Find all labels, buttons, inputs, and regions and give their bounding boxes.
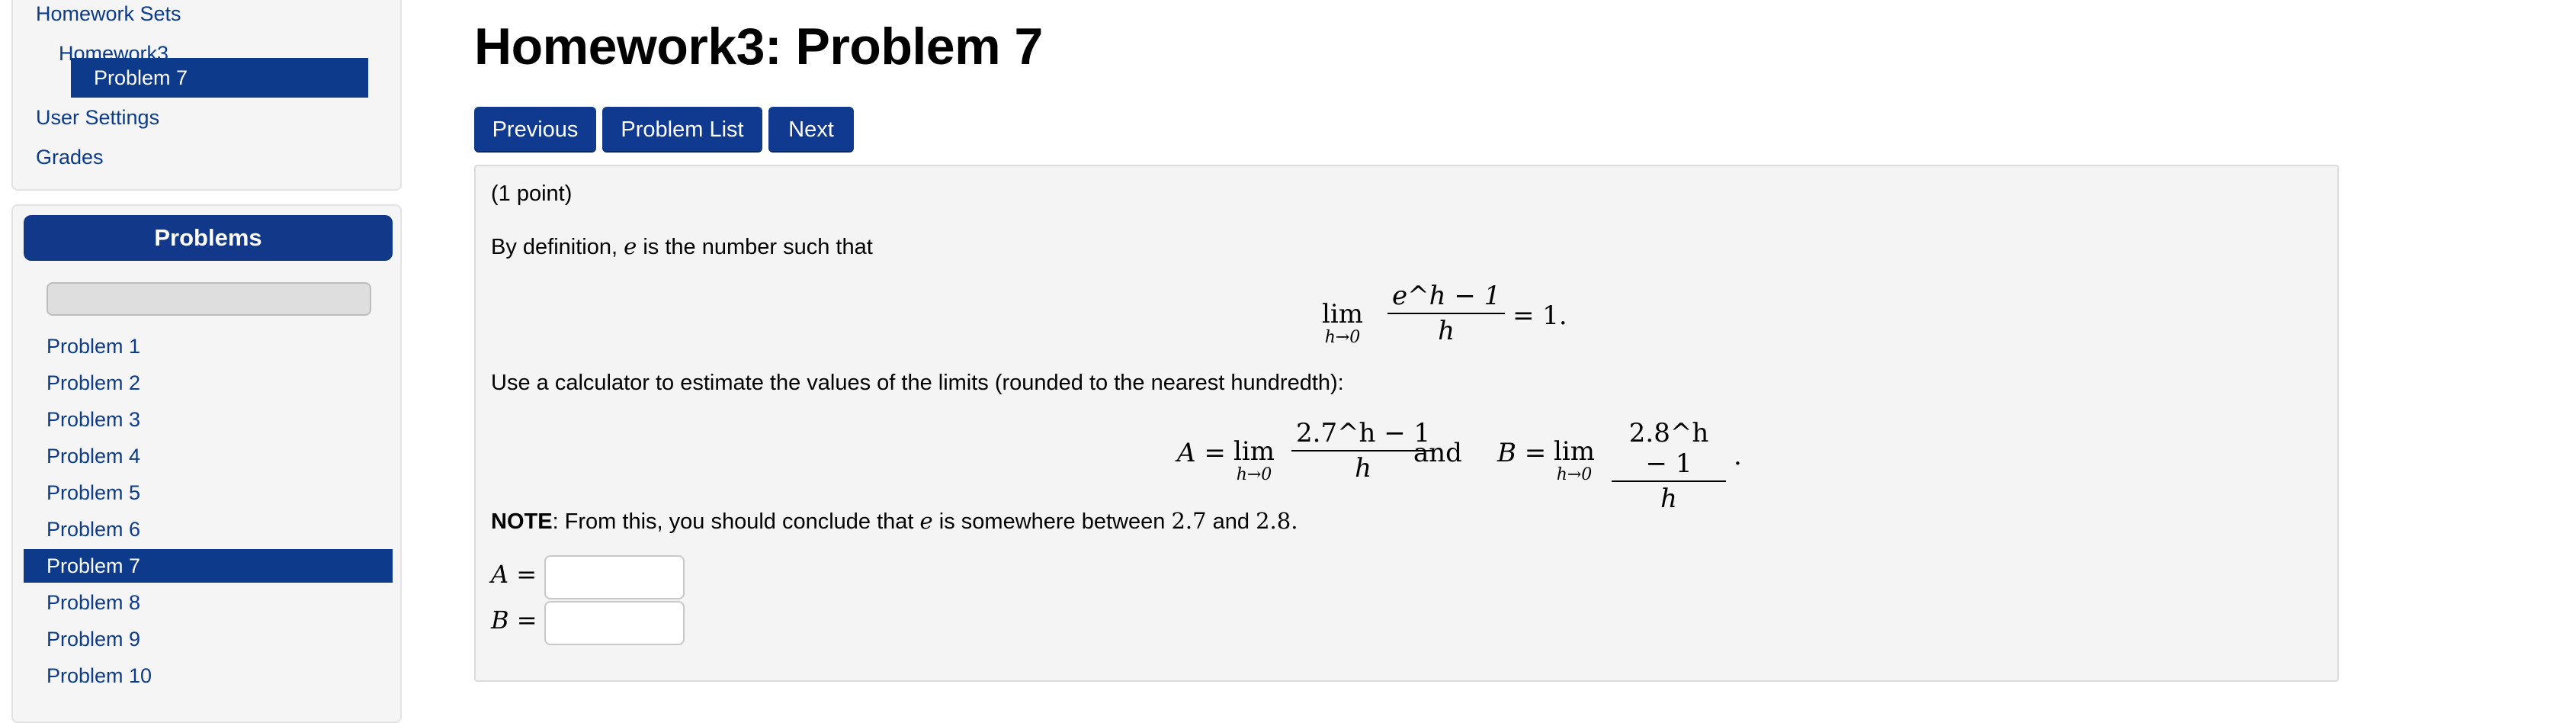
answer-a-input[interactable]	[544, 555, 685, 599]
note-and: and	[1212, 509, 1250, 534]
problem-list-item[interactable]: Problem 7	[24, 549, 393, 583]
note-label: NOTE	[491, 509, 553, 534]
problems-panel-header: Problems	[24, 215, 393, 261]
lim-operator: lim h→0	[1322, 299, 1363, 347]
limit-fraction: e^h − 1 h	[1387, 281, 1506, 346]
page-title: Homework3: Problem 7	[474, 18, 1043, 76]
problem-list-item[interactable]: Problem 4	[24, 439, 393, 473]
period: .	[1734, 441, 1742, 471]
problem-list-item[interactable]: Problem 10	[24, 659, 393, 692]
problems-panel: Problems Problem 1 Problem 2 Problem 3 Prob…	[11, 204, 402, 723]
nav-link-grades[interactable]: Grades	[36, 137, 104, 177]
next-button[interactable]: Next	[768, 107, 854, 153]
b-label: B =	[1497, 438, 1547, 468]
ab-limits-equation: A = lim h→0 2.7^h − 1 h and B = lim h→0 …	[1177, 418, 1742, 514]
intro-text-after: is the number such that	[643, 235, 873, 259]
answer-a-label: A =	[491, 560, 537, 589]
problem-list-item[interactable]: Problem 1	[24, 329, 393, 363]
intro-text-before: By definition,	[491, 235, 618, 259]
problem-points: (1 point)	[491, 182, 573, 206]
answer-b-input[interactable]	[544, 601, 685, 645]
note-e-symbol: e	[919, 508, 933, 534]
and-word: and	[1413, 438, 1462, 468]
nav-link-user-settings[interactable]: User Settings	[36, 98, 159, 137]
nav-link-current-problem[interactable]: Problem 7	[71, 58, 368, 98]
problem-list-item[interactable]: Problem 2	[24, 366, 393, 400]
problem-note: NOTE: From this, you should conclude tha…	[491, 508, 1298, 535]
limit-equation: lim h→0 e^h − 1 h = 1.	[1322, 279, 1596, 363]
answer-b-label: B =	[491, 606, 537, 635]
problem-body: (1 point) By definition, e is the number…	[474, 165, 2339, 682]
problem-list-item[interactable]: Problem 3	[24, 403, 393, 436]
problem-list-item[interactable]: Problem 6	[24, 513, 393, 546]
progress-bar	[47, 282, 371, 316]
note-text: : From this, you should conclude that	[552, 509, 914, 534]
problem-list-button[interactable]: Problem List	[602, 107, 762, 153]
b-fraction: 2.8^h − 1 h	[1612, 418, 1726, 514]
problem-list-item[interactable]: Problem 5	[24, 476, 393, 509]
previous-button[interactable]: Previous	[474, 107, 596, 153]
b-lim-operator: lim h→0	[1554, 436, 1595, 484]
a-label: A =	[1177, 438, 1226, 468]
note-mid-text: is somewhere between	[938, 509, 1166, 534]
problem-list-item[interactable]: Problem 8	[24, 586, 393, 619]
note-low-value: 2.7	[1171, 508, 1207, 534]
e-symbol: e	[624, 233, 637, 259]
note-high-value: 2.8.	[1256, 508, 1298, 534]
nav-link-homework-sets[interactable]: Homework Sets	[36, 0, 181, 34]
limit-rhs: = 1.	[1513, 300, 1567, 331]
a-lim-operator: lim h→0	[1233, 436, 1275, 484]
problem-instruction: Use a calculator to estimate the values …	[491, 371, 1344, 395]
sidebar-nav-panel: Homework Sets Homework3 Problem 7 User S…	[11, 0, 402, 191]
problem-intro: By definition, e is the number such that	[491, 233, 873, 260]
problem-list-item[interactable]: Problem 9	[24, 622, 393, 656]
